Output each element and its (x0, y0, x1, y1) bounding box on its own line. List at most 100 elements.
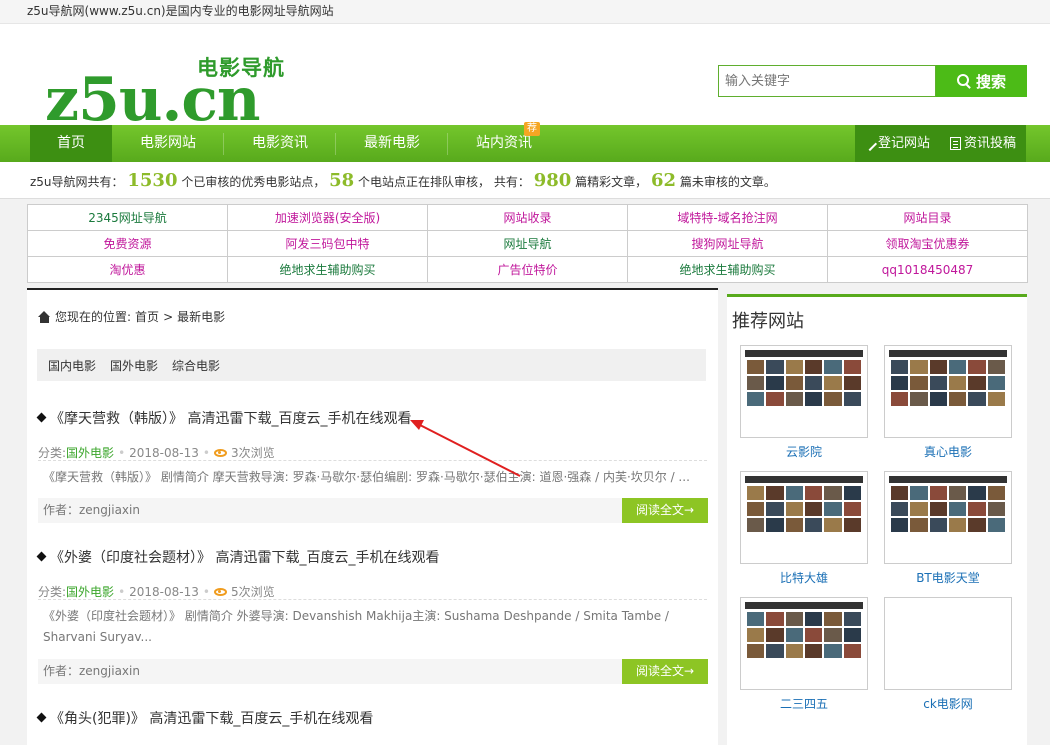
breadcrumb-home[interactable]: 首页 (135, 308, 159, 325)
subnav-domestic[interactable]: 国内电影 (48, 357, 96, 374)
article-footer: 作者：zengjiaxin 阅读全文→ (38, 659, 708, 684)
breadcrumb-current[interactable]: 最新电影 (177, 308, 225, 325)
thumbnail-poster (785, 644, 803, 658)
friend-link[interactable]: 绝地求生辅助购买 (279, 263, 375, 277)
subnav-general[interactable]: 综合电影 (172, 357, 220, 374)
category-link[interactable]: 国外电影 (66, 583, 114, 600)
article-title-link[interactable]: 《角头(犯罪)》 高清迅雷下载_百度云_手机在线观看 (36, 708, 373, 728)
nav-item-label: 站内资讯 (476, 135, 532, 151)
site-name[interactable]: 真心电影 (884, 443, 1012, 460)
nav-item-label: 最新电影 (364, 135, 420, 151)
thumbnail-poster (805, 360, 823, 374)
recommended-site-card[interactable]: 比特大雄 (740, 471, 868, 586)
site-name[interactable]: 二三四五 (740, 695, 868, 712)
thumbnail-poster (766, 628, 784, 642)
category-label: 分类: (38, 446, 67, 460)
thumbnail-poster (843, 376, 861, 390)
thumbnail-grid (889, 483, 1007, 535)
article-list-panel: 您现在的位置: 首页 > 最新电影 国内电影 国外电影 综合电影 《摩天营救（韩… (27, 288, 718, 745)
friend-link[interactable]: 域特特-域名抢注网 (677, 211, 777, 225)
submit-news-link[interactable]: 资讯投稿 (940, 125, 1026, 162)
thumbnail-poster (843, 360, 861, 374)
site-name[interactable]: ck电影网 (884, 695, 1012, 712)
friend-link[interactable]: 2345网址导航 (88, 211, 167, 225)
thumbnail-poster (766, 518, 784, 532)
thumbnail-poster (824, 376, 842, 390)
nav-item-movie-news[interactable]: 电影资讯 (224, 125, 336, 162)
site-name[interactable]: BT电影天堂 (884, 569, 1012, 586)
friend-links-table: 2345网址导航 加速浏览器(安全版) 网站收录 域特特-域名抢注网 网站目录免费资源 阿… (27, 204, 1028, 283)
read-more-button[interactable]: 阅读全文→ (622, 659, 708, 684)
friend-link[interactable]: 网站收录 (503, 211, 551, 225)
recommended-site-card[interactable]: 二三四五 (740, 597, 868, 712)
recommended-site-card[interactable]: BT电影天堂 (884, 471, 1012, 586)
nav-item-home[interactable]: 首页 (30, 125, 112, 162)
site-thumbnail[interactable] (884, 345, 1012, 438)
category-link[interactable]: 国外电影 (66, 444, 114, 461)
recommended-site-card[interactable]: 云影院 (740, 345, 868, 460)
friend-link[interactable]: 免费资源 (103, 237, 151, 251)
article-meta: 分类: 国外电影 • 2018-08-13 • 5次浏览 (38, 583, 275, 600)
recommended-site-card[interactable]: 真心电影 (884, 345, 1012, 460)
thumbnail-poster (843, 392, 861, 406)
register-site-link[interactable]: 登记网站 (855, 125, 940, 162)
site-thumbnail[interactable] (740, 345, 868, 438)
thumbnail-poster (747, 392, 765, 406)
meta-dot: • (118, 584, 126, 599)
thumbnail-image (889, 350, 1007, 433)
view-count: 5次浏览 (230, 585, 275, 599)
nav-item-latest-movies[interactable]: 最新电影 (336, 125, 448, 162)
subnav-foreign[interactable]: 国外电影 (110, 357, 158, 374)
thumbnail-poster (843, 628, 861, 642)
friend-link[interactable]: 网站目录 (903, 211, 951, 225)
site-thumbnail[interactable] (740, 471, 868, 564)
site-thumbnail[interactable] (884, 471, 1012, 564)
friend-link[interactable]: 加速浏览器(安全版) (275, 211, 380, 225)
read-more-button[interactable]: 阅读全文→ (622, 498, 708, 523)
thumbnail-poster (805, 518, 823, 532)
friend-link[interactable]: 淘优惠 (109, 263, 145, 277)
thumbnail-poster (949, 360, 967, 374)
site-thumbnail[interactable] (884, 597, 1012, 690)
site-description: z5u导航网(www.z5u.cn)是国内专业的电影网址导航网站 (27, 4, 334, 18)
link-cell: 绝地求生辅助购买 (627, 256, 828, 283)
meta-dot: • (118, 445, 126, 460)
thumbnail-poster (766, 644, 784, 658)
search-input[interactable] (718, 65, 936, 97)
thumbnail-poster (987, 486, 1005, 500)
breadcrumb: 您现在的位置: 首页 > 最新电影 (38, 308, 225, 325)
thumbnail-image (745, 476, 863, 559)
nav-item-site-news[interactable]: 站内资讯 荐 (448, 122, 560, 162)
friend-link[interactable]: 绝地求生辅助购买 (679, 263, 775, 277)
article-title-link[interactable]: 《摩天营救（韩版）》 高清迅雷下载_百度云_手机在线观看 (36, 408, 411, 428)
thumbnail-poster (891, 392, 909, 406)
thumbnail-poster (785, 486, 803, 500)
friend-link[interactable]: 搜狗网址导航 (691, 237, 763, 251)
thumbnail-poster (843, 486, 861, 500)
thumbnail-grid (745, 609, 863, 661)
search-button[interactable]: 搜索 (936, 65, 1027, 97)
friend-link[interactable]: 领取淘宝优惠券 (885, 237, 969, 251)
site-thumbnail[interactable] (740, 597, 868, 690)
nav-item-movie-sites[interactable]: 电影网站 (112, 125, 224, 162)
site-name[interactable]: 比特大雄 (740, 569, 868, 586)
friend-link[interactable]: 网址导航 (503, 237, 551, 251)
article-summary: 《摩天营救（韩版）》 剧情简介 摩天营救导演: 罗森·马歇尔·瑟伯编剧: 罗森·… (43, 470, 690, 484)
thumbnail-poster (824, 392, 842, 406)
thumbnail-poster (910, 502, 928, 516)
eye-icon (213, 448, 227, 457)
search-box: 搜索 (718, 65, 1027, 97)
thumbnail-poster (949, 486, 967, 500)
friend-link[interactable]: 阿发三码包中特 (285, 237, 369, 251)
friend-link[interactable]: 广告位特价 (497, 263, 557, 277)
thumbnail-poster (824, 486, 842, 500)
thumbnail-poster (747, 376, 765, 390)
eye-icon (213, 587, 227, 596)
thumbnail-poster (910, 518, 928, 532)
recommended-site-card[interactable]: ck电影网 (884, 597, 1012, 712)
thumbnail-poster (987, 392, 1005, 406)
site-name[interactable]: 云影院 (740, 443, 868, 460)
article-title-link[interactable]: 《外婆（印度社会题材）》 高清迅雷下载_百度云_手机在线观看 (36, 547, 439, 567)
friend-link[interactable]: qq1018450487 (882, 263, 974, 277)
thumbnail-poster (949, 392, 967, 406)
